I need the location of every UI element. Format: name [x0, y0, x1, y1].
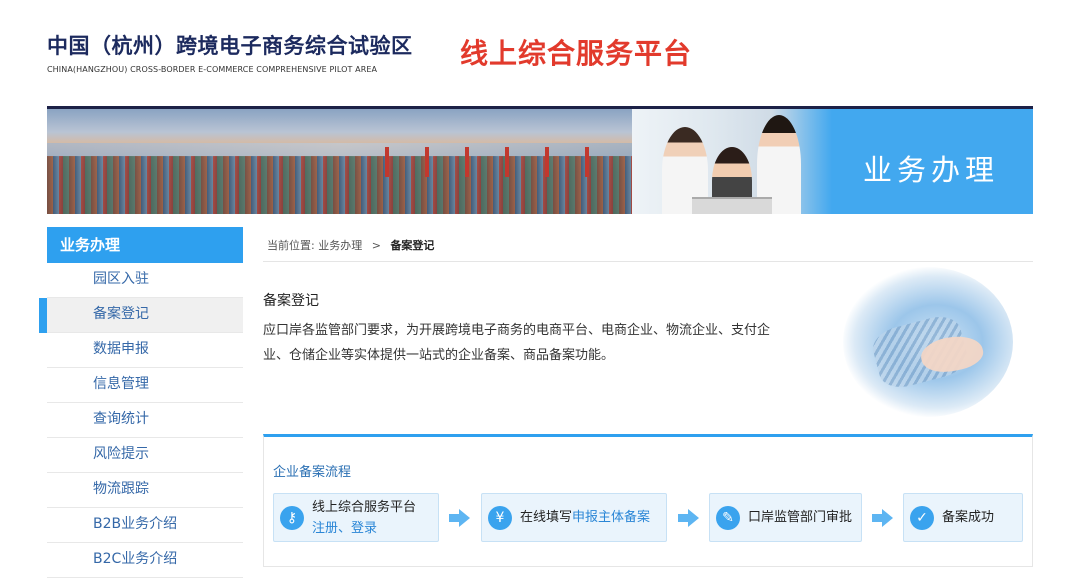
edit-icon: ✎	[716, 506, 740, 530]
flow-step-text: 线上综合服务平台 注册、登录	[312, 497, 416, 539]
key-icon: ⚷	[280, 506, 304, 530]
sidebar-item-registration[interactable]: 备案登记	[39, 298, 243, 333]
subject-registration-link[interactable]: 申报主体备案	[572, 510, 650, 525]
fill-online-label: 在线填写	[520, 510, 573, 525]
keyboard-typing-illustration	[843, 267, 1013, 417]
flow-step-links: 注册、登录	[312, 518, 416, 539]
sidebar-item-park-entry[interactable]: 园区入驻	[47, 263, 243, 298]
sidebar-item-logistics-tracking[interactable]: 物流跟踪	[47, 473, 243, 508]
flow-step-fill-online: ¥ 在线填写申报主体备案	[481, 493, 667, 542]
breadcrumb-separator: >	[371, 239, 381, 252]
site-header: 中国（杭州）跨境电子商务综合试验区 CHINA(HANGZHOU) CROSS-…	[47, 26, 1037, 84]
sidebar-item-data-declaration[interactable]: 数据申报	[47, 333, 243, 368]
flow-step-platform-label: 线上综合服务平台	[312, 500, 417, 515]
site-logo-subtitle: CHINA(HANGZHOU) CROSS-BORDER E-COMMERCE …	[47, 65, 378, 74]
flow-step-approval: ✎ 口岸监管部门审批	[709, 493, 862, 542]
sidebar-item-b2b-intro[interactable]: B2B业务介绍	[47, 508, 243, 543]
breadcrumb-current: 备案登记	[390, 239, 435, 252]
main-content: 当前位置: 业务办理 > 备案登记 备案登记 应口岸各监管部门要求，为开展跨境电…	[263, 227, 1033, 573]
approval-label: 口岸监管部门审批	[748, 510, 853, 525]
sidebar-header: 业务办理	[47, 227, 243, 263]
link-separator: 、	[338, 521, 352, 536]
login-link[interactable]: 登录	[351, 521, 377, 536]
site-logo-title[interactable]: 中国（杭州）跨境电子商务综合试验区	[47, 30, 413, 60]
flow-step-text: 在线填写申报主体备案	[520, 494, 650, 541]
breadcrumb-divider	[263, 261, 1033, 262]
register-link[interactable]: 注册	[312, 521, 338, 536]
banner-title: 业务办理	[862, 153, 999, 187]
money-icon: ¥	[488, 506, 512, 530]
check-icon: ✓	[910, 506, 934, 530]
laptop-icon	[692, 197, 772, 214]
page-banner: 业务办理	[47, 109, 1033, 214]
registration-flow-panel: 企业备案流程 ⚷ 线上综合服务平台 注册、登录 ¥ 在线填写申报主体备案 ✎ 口…	[263, 434, 1033, 567]
sidebar-nav: 业务办理 园区入驻 备案登记 数据申报 信息管理 查询统计 风险提示 物流跟踪 …	[39, 227, 243, 578]
flow-step-register: ⚷ 线上综合服务平台 注册、登录	[273, 493, 439, 542]
breadcrumb: 当前位置: 业务办理 > 备案登记	[267, 237, 434, 253]
arrow-right-icon	[678, 509, 699, 527]
sidebar-item-query-statistics[interactable]: 查询统计	[47, 403, 243, 438]
success-label: 备案成功	[942, 510, 995, 525]
flow-title: 企业备案流程	[273, 465, 352, 480]
flow-step-success: ✓ 备案成功	[903, 493, 1023, 542]
sidebar-item-risk-alert[interactable]: 风险提示	[47, 438, 243, 473]
breadcrumb-prefix: 当前位置:	[267, 239, 315, 252]
business-people-photo	[632, 109, 832, 214]
port-cranes	[367, 147, 617, 177]
section-title: 备案登记	[263, 293, 319, 309]
sidebar-item-info-management[interactable]: 信息管理	[47, 368, 243, 403]
platform-title: 线上综合服务平台	[460, 37, 693, 70]
breadcrumb-parent[interactable]: 业务办理	[318, 239, 362, 252]
arrow-right-icon	[449, 509, 470, 527]
section-description: 应口岸各监管部门要求，为开展跨境电子商务的电商平台、电商企业、物流企业、支付企业…	[263, 323, 771, 363]
arrow-right-icon	[872, 509, 893, 527]
